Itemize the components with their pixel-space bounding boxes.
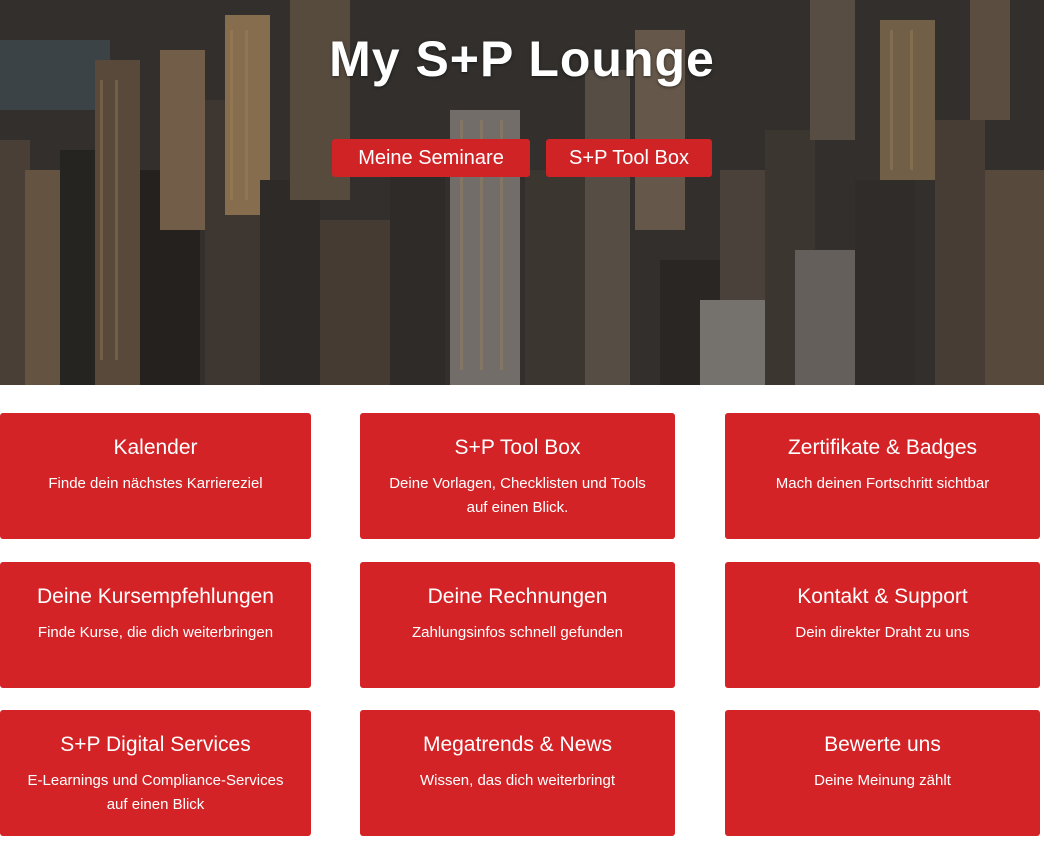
card-title: Kalender: [113, 436, 198, 459]
card-subtitle: Dein direkter Draht zu uns: [795, 624, 970, 641]
card-subtitle: Zahlungsinfos schnell gefunden: [412, 624, 623, 641]
tool-box-button[interactable]: S+P Tool Box: [546, 139, 712, 177]
card-zertifikate-badges[interactable]: Zertifikate & Badges Mach deinen Fortsch…: [725, 413, 1040, 539]
card-kalender[interactable]: Kalender Finde dein nächstes Karrierezie…: [0, 413, 311, 539]
page-title: My S+P Lounge: [329, 31, 715, 87]
card-title: S+P Digital Services: [60, 733, 251, 756]
card-subtitle: Finde dein nächstes Karriereziel: [48, 475, 263, 492]
card-title: Megatrends & News: [422, 733, 613, 756]
meine-seminare-button[interactable]: Meine Seminare: [332, 139, 530, 177]
card-subtitle: Mach deinen Fortschritt sichtbar: [775, 475, 990, 492]
card-subtitle: Finde Kurse, die dich weiterbringen: [37, 624, 274, 641]
card-subtitle: Deine Meinung zählt: [814, 772, 951, 789]
card-kontakt-support[interactable]: Kontakt & Support Dein direkter Draht zu…: [725, 562, 1040, 688]
card-title: Deine Rechnungen: [427, 585, 608, 608]
hero-banner: My S+P Lounge Meine Seminare S+P Tool Bo…: [0, 0, 1044, 385]
card-subtitle: Wissen, das dich weiterbringt: [419, 772, 616, 789]
card-digital-services[interactable]: S+P Digital Services E-Learnings und Com…: [0, 710, 311, 836]
card-title: Bewerte uns: [824, 733, 941, 756]
hero-button-group: Meine Seminare S+P Tool Box: [0, 139, 1044, 177]
card-bewerte-uns[interactable]: Bewerte uns Deine Meinung zählt: [725, 710, 1040, 836]
card-title: S+P Tool Box: [454, 436, 581, 459]
card-tool-box[interactable]: S+P Tool Box Deine Vorlagen, Checklisten…: [360, 413, 675, 539]
card-subtitle: Deine Vorlagen, Checklisten und Tools au…: [389, 475, 646, 516]
card-title: Zertifikate & Badges: [787, 436, 978, 459]
card-kursempfehlungen[interactable]: Deine Kursempfehlungen Finde Kurse, die …: [0, 562, 311, 688]
card-megatrends-news[interactable]: Megatrends & News Wissen, das dich weite…: [360, 710, 675, 836]
card-rechnungen[interactable]: Deine Rechnungen Zahlungsinfos schnell g…: [360, 562, 675, 688]
card-subtitle: E-Learnings und Compliance-Services auf …: [27, 772, 284, 813]
card-title: Kontakt & Support: [797, 585, 968, 608]
card-title: Deine Kursempfehlungen: [37, 585, 274, 608]
